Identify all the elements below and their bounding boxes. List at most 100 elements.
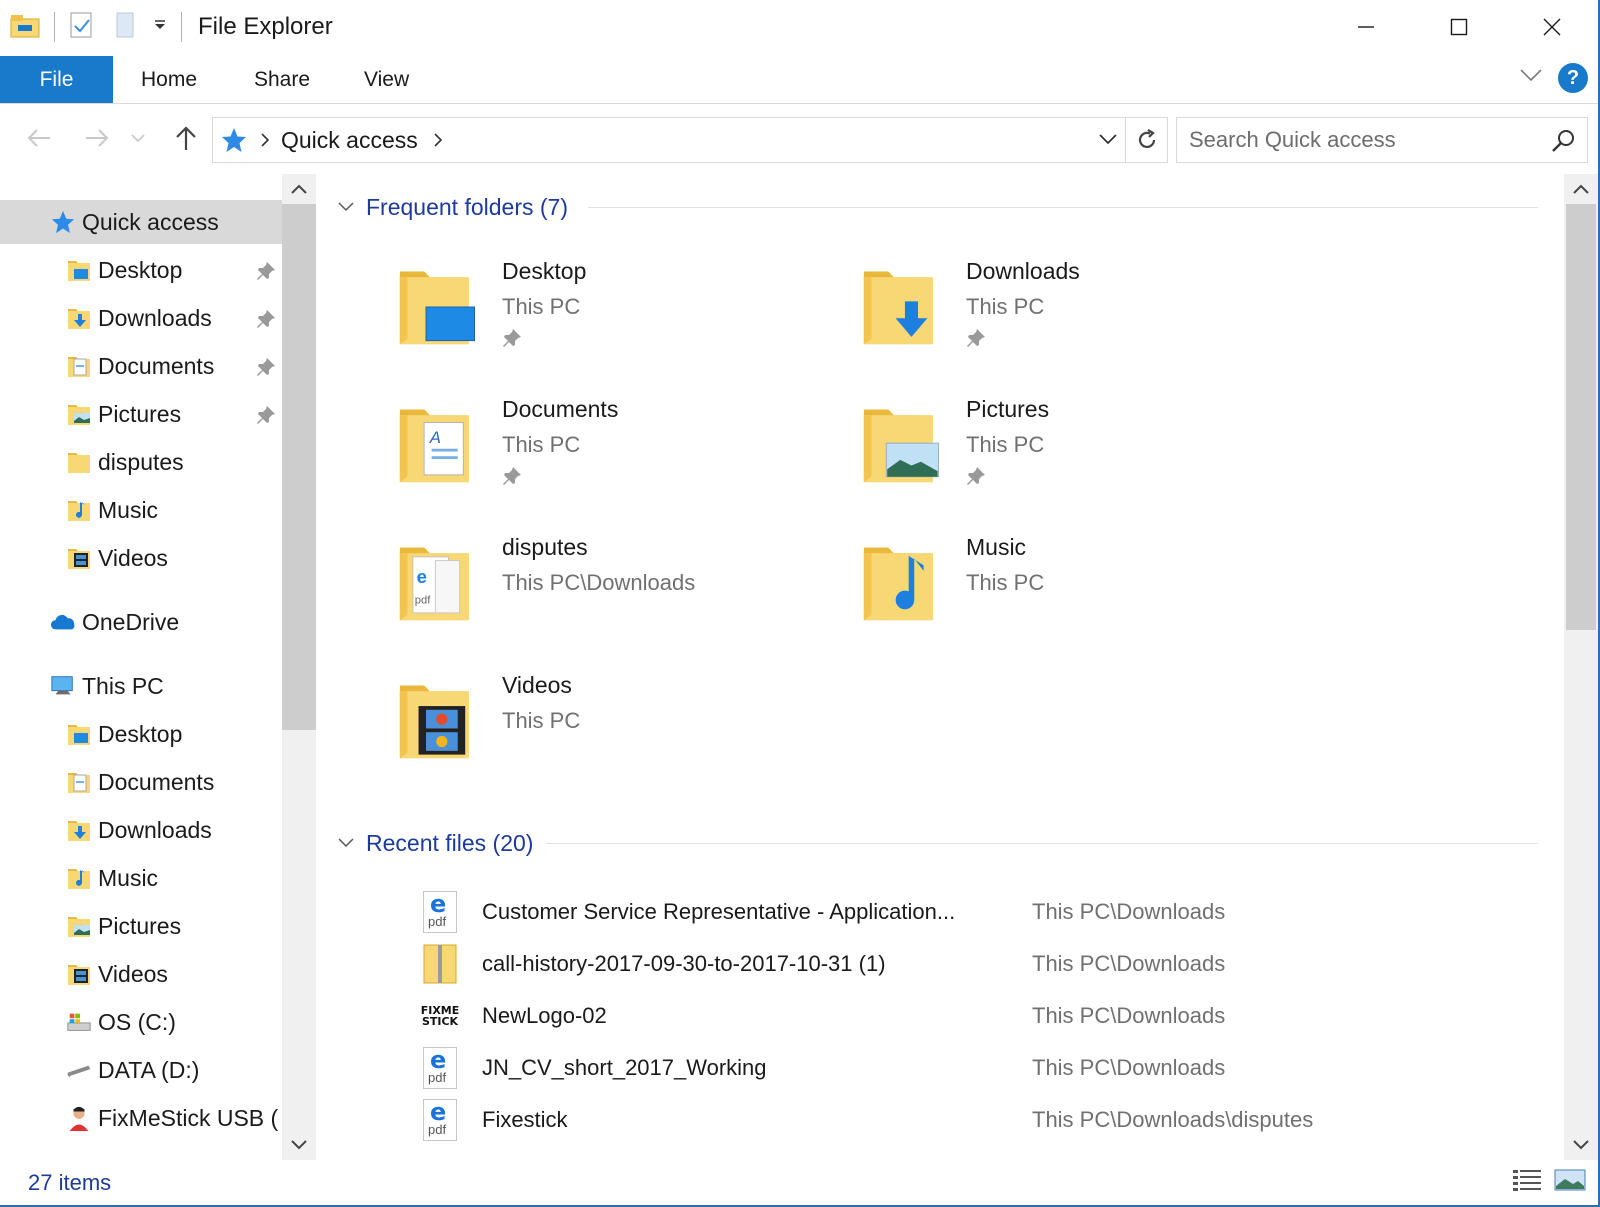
new-folder-icon[interactable] xyxy=(113,11,137,44)
nav-item-documents[interactable]: Documents xyxy=(0,760,282,804)
help-button[interactable]: ? xyxy=(1558,63,1588,93)
content-scrollbar[interactable] xyxy=(1564,174,1598,1160)
pdf-icon: e pdf xyxy=(420,1098,460,1142)
content-pane: Frequent folders (7) Desktop This PC Down… xyxy=(316,174,1564,1160)
nav-item-disputes[interactable]: disputes xyxy=(0,440,282,484)
pin-icon[interactable] xyxy=(256,404,276,431)
file-name: Customer Service Representative - Applic… xyxy=(482,899,956,924)
downloads-folder-icon xyxy=(66,305,92,331)
tab-view[interactable]: View xyxy=(364,56,409,103)
maximize-button[interactable] xyxy=(1412,0,1505,54)
file-name: Fixestick xyxy=(482,1107,568,1132)
recent-file-row[interactable]: e pdf JN_CV_short_2017_Working This PC\Down… xyxy=(420,1044,1540,1092)
nav-item-label: DATA (D:) xyxy=(98,1056,200,1083)
navpane-scroll-thumb[interactable] xyxy=(282,204,316,730)
frequent-folder-disputes[interactable]: e pdf disputes This PC\Downloads xyxy=(316,526,756,646)
search-box[interactable]: Search Quick access xyxy=(1176,117,1588,163)
nav-item-label: This PC xyxy=(82,672,164,699)
nav-item-music[interactable]: Music xyxy=(0,488,282,532)
address-bar[interactable]: Quick access xyxy=(212,117,1126,163)
recent-file-row[interactable]: FIXME STICK NewLogo-02 This PC\Downloads xyxy=(420,992,1540,1040)
scroll-up-icon[interactable] xyxy=(282,174,316,204)
drive-icon xyxy=(66,1057,92,1083)
recent-files-header[interactable]: Recent files (20) xyxy=(338,826,1538,860)
file-path: This PC\Downloads xyxy=(1032,899,1226,924)
quick-access-toolbar: File Explorer xyxy=(0,0,333,54)
pin-icon[interactable] xyxy=(966,466,986,491)
up-arrow-icon[interactable] xyxy=(166,118,206,158)
recent-locations-chevron-icon[interactable] xyxy=(126,118,150,158)
pin-icon[interactable] xyxy=(502,466,522,491)
tab-home[interactable]: Home xyxy=(141,56,197,103)
nav-item-downloads[interactable]: Downloads xyxy=(0,808,282,852)
nav-item-label: Desktop xyxy=(98,720,183,747)
recent-file-row[interactable]: call-history-2017-09-30-to-2017-10-31 (1… xyxy=(420,940,1540,988)
details-view-icon[interactable] xyxy=(1512,1168,1542,1197)
frequent-folder-videos[interactable]: Videos This PC xyxy=(316,664,756,784)
nav-item-fixmestick-usb[interactable]: FixMeStick USB ( xyxy=(0,1096,282,1140)
breadcrumb-quick-access[interactable]: Quick access xyxy=(281,127,418,154)
nav-item-this-pc[interactable]: This PC xyxy=(0,664,282,708)
videos-folder-icon xyxy=(66,545,92,571)
refresh-button[interactable] xyxy=(1126,117,1168,163)
address-history-chevron-icon[interactable] xyxy=(1099,133,1117,145)
search-icon[interactable] xyxy=(1551,128,1577,159)
nav-item-quick-access[interactable]: Quick access xyxy=(0,200,282,244)
svg-text:A: A xyxy=(429,428,441,447)
pin-icon[interactable] xyxy=(256,308,276,335)
frequent-folders-header[interactable]: Frequent folders (7) xyxy=(338,190,1538,224)
navigation-bar: Quick access Search Quick access xyxy=(0,104,1598,174)
pin-icon[interactable] xyxy=(256,260,276,287)
forward-arrow-icon[interactable] xyxy=(77,118,117,158)
scroll-down-icon[interactable] xyxy=(1564,1130,1598,1160)
nav-item-label: Music xyxy=(98,864,159,891)
pictures-folder-icon xyxy=(66,401,92,427)
nav-item-downloads[interactable]: Downloads xyxy=(0,296,282,340)
frequent-folder-music[interactable]: Music This PC xyxy=(780,526,1220,646)
nav-item-documents[interactable]: Documents xyxy=(0,344,282,388)
scroll-up-icon[interactable] xyxy=(1564,174,1598,204)
recent-file-row[interactable]: e pdf Customer Service Representative - Ap… xyxy=(420,888,1540,936)
nav-item-desktop[interactable]: Desktop xyxy=(0,712,282,756)
os-drive-icon xyxy=(66,1009,92,1035)
frequent-folder-documents[interactable]: A Documents This PC xyxy=(316,388,756,508)
expand-ribbon-chevron-icon[interactable] xyxy=(1520,68,1542,87)
frequent-folder-desktop[interactable]: Desktop This PC xyxy=(316,250,756,370)
breadcrumb-separator-icon[interactable] xyxy=(434,133,442,147)
frequent-folder-downloads[interactable]: Downloads This PC xyxy=(780,250,1220,370)
nav-item-music[interactable]: Music xyxy=(0,856,282,900)
pdf-icon: e pdf xyxy=(420,890,460,934)
frequent-folder-pictures[interactable]: Pictures This PC xyxy=(780,388,1220,508)
recent-file-row[interactable]: e pdf Fixestick This PC\Downloads\disputes xyxy=(420,1096,1540,1144)
tab-share[interactable]: Share xyxy=(254,56,310,103)
quick-access-star-icon xyxy=(221,127,247,153)
collapse-chevron-icon xyxy=(338,202,354,212)
close-button[interactable] xyxy=(1505,0,1598,54)
tab-file[interactable]: File xyxy=(0,56,113,103)
folder-location: This PC xyxy=(502,708,581,733)
large-icons-view-icon[interactable] xyxy=(1554,1168,1586,1197)
pin-icon[interactable] xyxy=(502,328,522,353)
pin-icon[interactable] xyxy=(256,356,276,383)
nav-item-data-d[interactable]: DATA (D:) xyxy=(0,1048,282,1092)
back-arrow-icon[interactable] xyxy=(19,118,59,158)
pin-icon[interactable] xyxy=(966,328,986,353)
nav-item-os-c[interactable]: OS (C:) xyxy=(0,1000,282,1044)
explorer-app-icon[interactable] xyxy=(10,11,40,44)
nav-item-onedrive[interactable]: OneDrive xyxy=(0,600,282,644)
nav-item-videos[interactable]: Videos xyxy=(0,952,282,996)
content-scroll-thumb[interactable] xyxy=(1566,204,1596,630)
properties-icon[interactable] xyxy=(69,11,95,44)
nav-item-pictures[interactable]: Pictures xyxy=(0,904,282,948)
scroll-down-icon[interactable] xyxy=(282,1130,316,1160)
breadcrumb-separator-icon[interactable] xyxy=(261,133,269,147)
nav-item-desktop[interactable]: Desktop xyxy=(0,248,282,292)
folder-location: This PC xyxy=(502,294,581,319)
customize-toolbar-chevron-icon[interactable] xyxy=(153,18,167,36)
search-input[interactable]: Search Quick access xyxy=(1189,127,1396,153)
navpane-scrollbar[interactable] xyxy=(282,174,316,1160)
nav-item-videos[interactable]: Videos xyxy=(0,536,282,580)
nav-item-pictures[interactable]: Pictures xyxy=(0,392,282,436)
desktop-folder-icon xyxy=(398,262,482,352)
minimize-button[interactable] xyxy=(1319,0,1412,54)
